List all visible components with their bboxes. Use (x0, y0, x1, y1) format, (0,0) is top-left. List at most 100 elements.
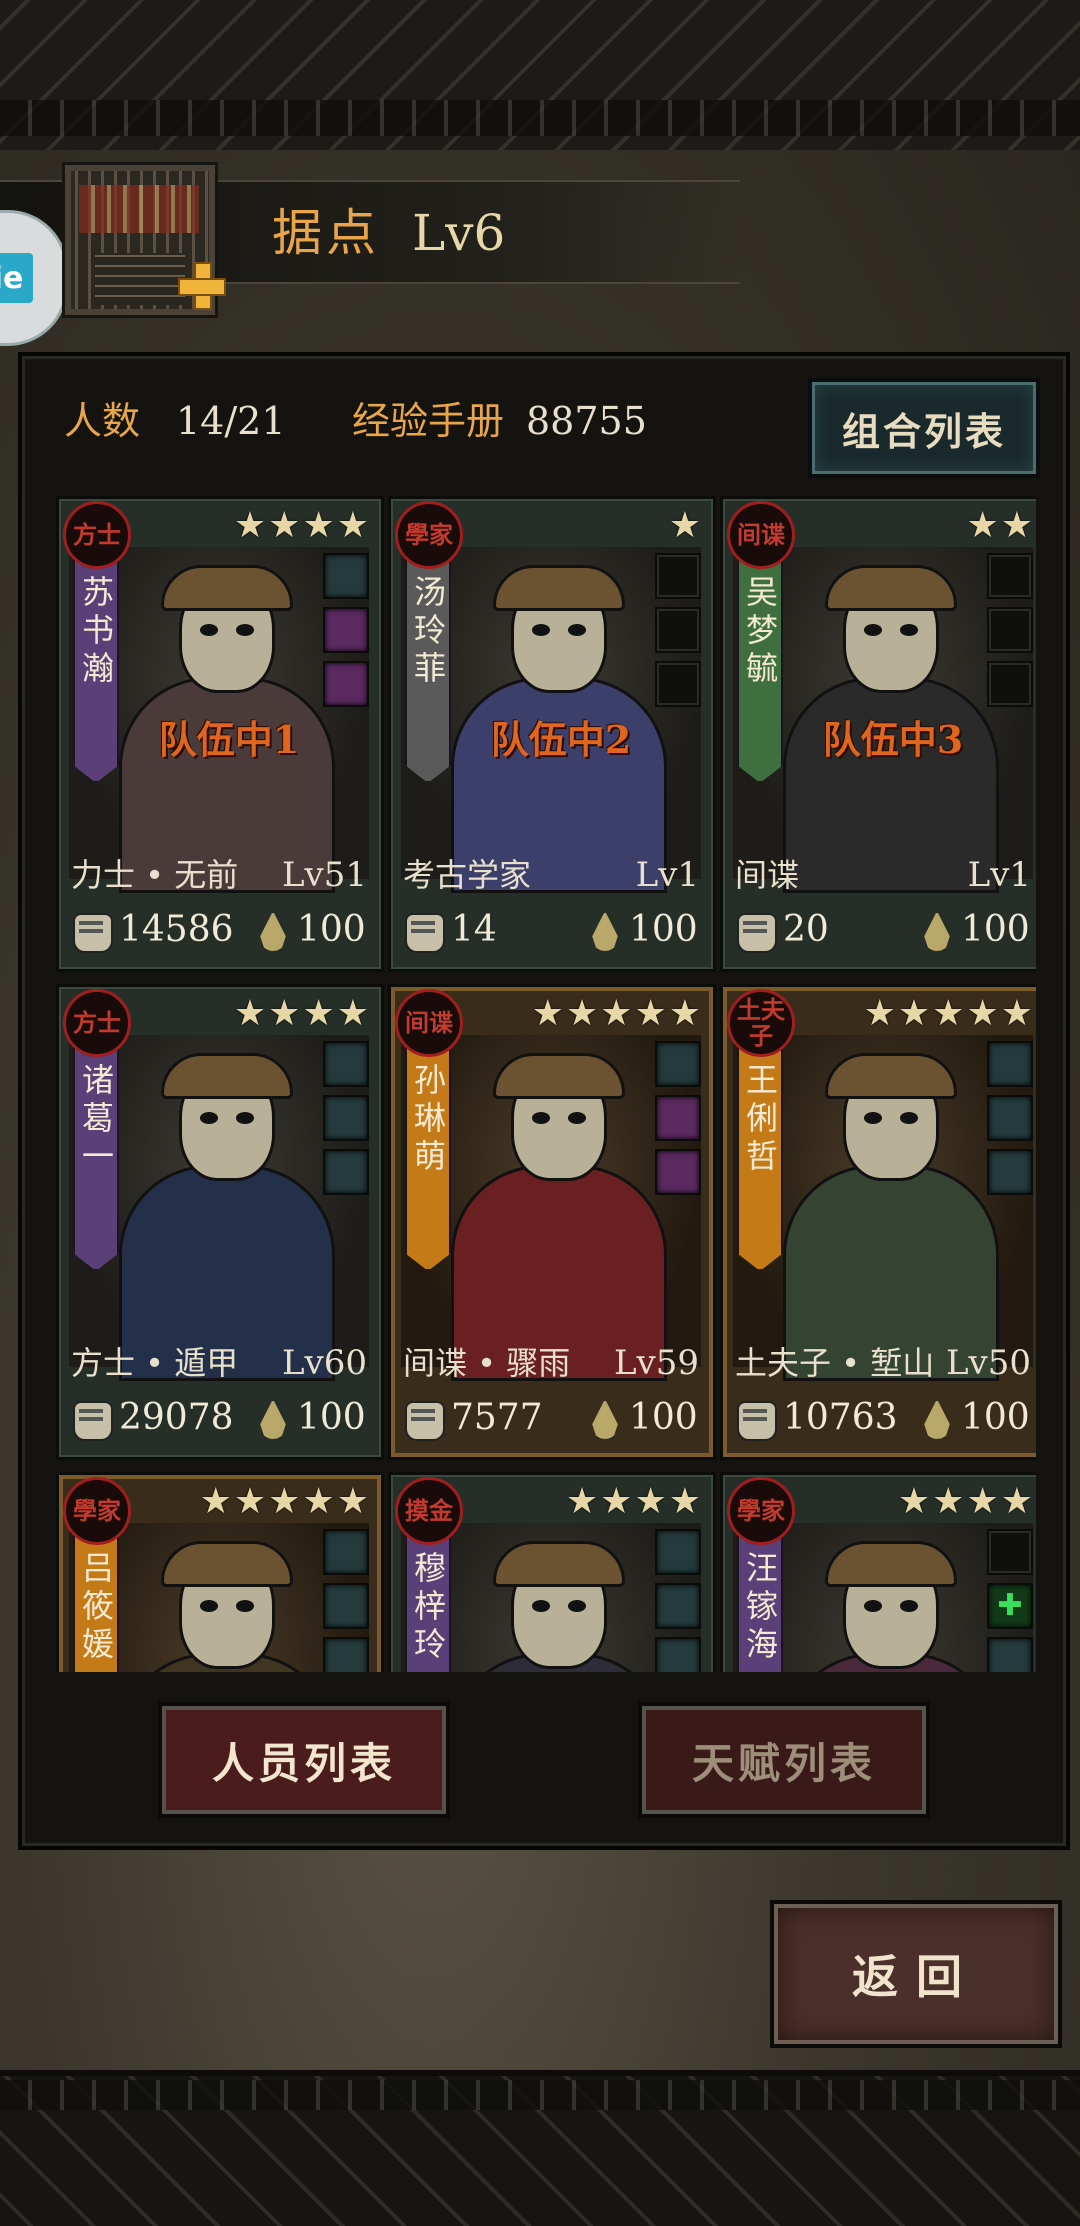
stamina-drop-icon (924, 1399, 950, 1439)
character-card[interactable]: ★★ 吴梦毓 间谍 队伍中3 间谍 Lv1 20 100 (720, 496, 1036, 972)
equipment-slot[interactable] (987, 1529, 1033, 1575)
character-name: 王俐哲 (741, 1063, 779, 1177)
character-hat (493, 565, 625, 611)
class-seal: 方士 (63, 989, 131, 1057)
character-card[interactable]: ★★★★★ 王俐哲 土夫子 土夫子 • 堑山 Lv50 10763 100 (720, 984, 1036, 1460)
exp-manual-value: 88755 (526, 399, 647, 443)
equipment-slot[interactable] (987, 1637, 1033, 1672)
upgrade-plus-icon[interactable] (178, 262, 226, 310)
character-hat (493, 1541, 625, 1587)
stamina-drop-icon (260, 1399, 286, 1439)
character-card[interactable]: ★★★★ 苏书瀚 方士 队伍中1 力士 • 无前 Lv51 14586 100 (56, 496, 384, 972)
equipment-slot[interactable] (323, 661, 369, 707)
equipment-slots (987, 553, 1033, 715)
equipment-slot[interactable] (987, 553, 1033, 599)
equipment-slot[interactable] (655, 553, 701, 599)
character-level: Lv51 (281, 855, 367, 895)
character-name: 苏书瀚 (77, 575, 115, 689)
character-hat (825, 565, 957, 611)
in-team-label: 队伍中2 (490, 717, 632, 762)
equipment-slots (323, 553, 369, 715)
equipment-slots (987, 1529, 1033, 1672)
equipment-slot[interactable] (655, 661, 701, 707)
stamina-value: 100 (961, 1397, 1030, 1438)
stats-row: 14 100 (399, 905, 705, 955)
name-banner: 汪镓海 (737, 1535, 783, 1672)
equipment-slot[interactable] (323, 607, 369, 653)
class-subclass: 间谍 • 骤雨 (403, 1344, 571, 1382)
roster-panel: 人数 14/21 经验手册 88755 组合列表 ★★★★ 苏书瀚 方士 队伍中… (18, 352, 1070, 1850)
class-level-row: 间谍 Lv1 (735, 853, 1033, 897)
equipment-slot[interactable] (323, 1095, 369, 1141)
name-banner: 吕筱媛 (73, 1535, 119, 1672)
equipment-slot[interactable] (323, 553, 369, 599)
equipment-slot[interactable] (987, 661, 1033, 707)
class-level-row: 力士 • 无前 Lv51 (71, 853, 369, 897)
class-level-row: 考古学家 Lv1 (403, 853, 701, 897)
equipment-slot[interactable] (987, 1583, 1033, 1629)
class-seal: 學家 (395, 501, 463, 569)
personnel-list-tab[interactable]: 人员列表 (158, 1702, 450, 1818)
equipment-slot[interactable] (655, 1149, 701, 1195)
equipment-slots (323, 1529, 369, 1672)
equipment-slot[interactable] (655, 1041, 701, 1087)
stamina-value: 100 (297, 909, 366, 950)
class-level-row: 方士 • 遁甲 Lv60 (71, 1341, 369, 1385)
stats-row: 29078 100 (67, 1393, 373, 1443)
equipment-slot[interactable] (323, 1149, 369, 1195)
equipment-slot[interactable] (987, 607, 1033, 653)
class-seal: 學家 (63, 1477, 131, 1545)
equipment-slot[interactable] (323, 1041, 369, 1087)
equipment-slot[interactable] (323, 1529, 369, 1575)
stats-row: 10763 100 (731, 1393, 1036, 1443)
equipment-slot[interactable] (655, 1095, 701, 1141)
class-seal: 间谍 (727, 501, 795, 569)
equipment-slot[interactable] (655, 1637, 701, 1672)
name-banner: 穆梓玲 (405, 1535, 451, 1672)
character-name: 汤玲菲 (409, 575, 447, 689)
class-subclass: 方士 • 遁甲 (71, 1344, 239, 1382)
equipment-slot[interactable] (655, 1583, 701, 1629)
equipment-slot[interactable] (655, 1529, 701, 1575)
in-team-label: 队伍中3 (822, 717, 964, 762)
equipment-slot[interactable] (987, 1149, 1033, 1195)
power-value: 20 (783, 909, 829, 950)
character-card[interactable]: ★★★★ 穆梓玲 摸金 (388, 1472, 716, 1672)
character-hat (161, 565, 293, 611)
star-rating: ★★ (966, 505, 1035, 546)
side-badge-icon: ie (0, 253, 33, 303)
fist-power-icon (73, 913, 113, 953)
fist-power-icon (405, 1401, 445, 1441)
character-card[interactable]: ★★★★ 诸葛一 方士 方士 • 遁甲 Lv60 29078 100 (56, 984, 384, 1460)
equipment-slot[interactable] (987, 1041, 1033, 1087)
character-name: 汪镓海 (741, 1551, 779, 1665)
stamina-drop-icon (260, 911, 286, 951)
equipment-slot[interactable] (323, 1637, 369, 1672)
equipment-slot[interactable] (323, 1583, 369, 1629)
character-name: 吕筱媛 (77, 1551, 115, 1665)
character-card[interactable]: ★ 汤玲菲 學家 队伍中2 考古学家 Lv1 14 100 (388, 496, 716, 972)
equipment-slot[interactable] (655, 607, 701, 653)
stamina-drop-icon (592, 911, 618, 951)
base-title: 据点 (272, 204, 380, 262)
character-card[interactable]: ★★★★★ 吕筱媛 學家 (56, 1472, 384, 1672)
power-value: 29078 (119, 1397, 234, 1438)
back-button[interactable]: 返回 (770, 1900, 1062, 2048)
character-name: 孙琳萌 (409, 1063, 447, 1177)
class-seal: 土夫子 (727, 989, 795, 1057)
star-rating: ★ (668, 505, 703, 546)
equipment-slot[interactable] (987, 1095, 1033, 1141)
bottom-border-strip (0, 2080, 1080, 2110)
character-card[interactable]: ★★★★ 汪镓海 學家 (720, 1472, 1036, 1672)
character-card[interactable]: ★★★★★ 孙琳萌 间谍 间谍 • 骤雨 Lv59 7577 100 (388, 984, 716, 1460)
stamina-drop-icon (592, 1399, 618, 1439)
character-grid[interactable]: ★★★★ 苏书瀚 方士 队伍中1 力士 • 无前 Lv51 14586 100 (56, 496, 1036, 1672)
name-banner: 王俐哲 (737, 1047, 783, 1271)
combo-list-button[interactable]: 组合列表 (808, 378, 1040, 478)
stamina-value: 100 (629, 1397, 698, 1438)
stamina-value: 100 (629, 909, 698, 950)
in-team-label: 队伍中1 (158, 717, 300, 762)
headcount-label: 人数 (64, 399, 141, 443)
character-hat (825, 1541, 957, 1587)
talent-list-tab[interactable]: 天赋列表 (638, 1702, 930, 1818)
